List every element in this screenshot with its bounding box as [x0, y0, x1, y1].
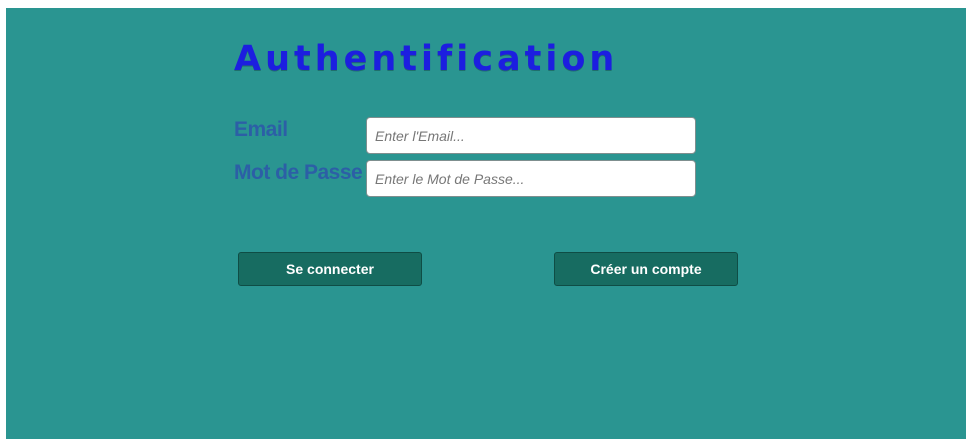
- page-title: Authentification: [234, 39, 619, 79]
- email-label: Email: [234, 118, 288, 141]
- login-button[interactable]: Se connecter: [238, 252, 422, 286]
- password-field[interactable]: [366, 160, 696, 197]
- email-field[interactable]: [366, 117, 696, 154]
- create-account-button[interactable]: Créer un compte: [554, 252, 738, 286]
- password-label: Mot de Passe: [234, 161, 363, 184]
- auth-window: Authentification Email Mot de Passe Se c…: [6, 8, 966, 439]
